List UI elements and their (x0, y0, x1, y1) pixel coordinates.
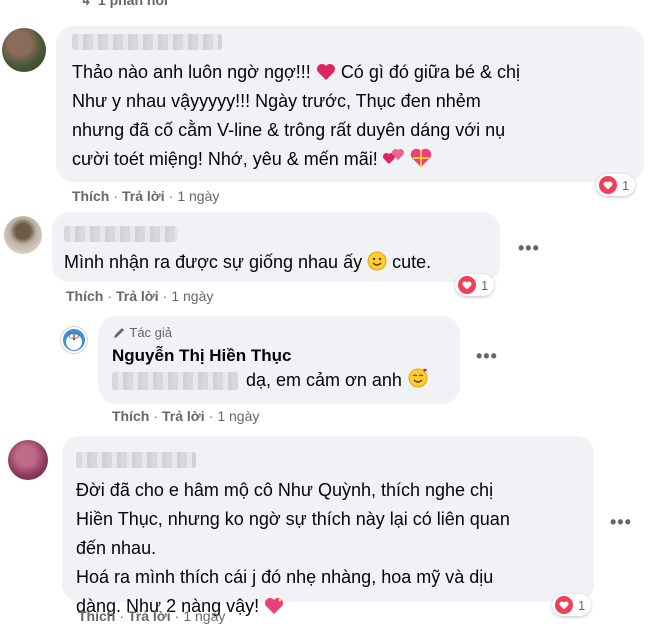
timestamp[interactable]: 1 ngày (177, 188, 219, 204)
reply-link[interactable]: Trả lời (122, 188, 165, 204)
author-name[interactable]: Nguyễn Thị Hiền Thục (112, 346, 291, 366)
gift-heart-icon (410, 148, 432, 167)
love-reaction-icon (458, 276, 476, 294)
like-link[interactable]: Thích (112, 408, 149, 424)
reaction-count[interactable]: 1 (596, 174, 636, 196)
like-link[interactable]: Thích (66, 288, 103, 304)
love-reaction-icon (555, 596, 573, 614)
reply-bubble: Tác giả Nguyễn Thị Hiền Thục dạ, em cảm … (98, 316, 460, 404)
comment-bubble: Thảo nào anh luôn ngờ ngợ!!! Có gì đó gi… (56, 26, 644, 182)
more-options-button[interactable]: ••• (476, 346, 498, 367)
reply-arrow-icon: ↳ (80, 0, 92, 8)
smile-icon (367, 251, 387, 271)
more-options-button[interactable]: ••• (610, 512, 632, 533)
doraemon-icon (63, 329, 85, 351)
timestamp[interactable]: 1 ngày (171, 288, 213, 304)
comment-text: Đời đã cho e hâm mộ cô Như Quỳnh, thích … (76, 480, 510, 616)
red-heart-icon (316, 64, 335, 80)
author-name-blurred[interactable] (64, 226, 178, 242)
reply-link[interactable]: Trả lời (162, 408, 205, 424)
author-avatar[interactable] (60, 326, 88, 354)
more-options-button[interactable]: ••• (518, 238, 540, 259)
comment-actions: Thích · Trả lời · 1 ngày (72, 188, 220, 204)
author-name-blurred[interactable] (72, 34, 222, 50)
author-name-blurred[interactable] (76, 452, 196, 468)
comment-bubble: Đời đã cho e hâm mộ cô Như Quỳnh, thích … (62, 436, 594, 616)
reaction-count[interactable]: 1 (455, 274, 495, 296)
reply-link[interactable]: Trả lời (116, 288, 159, 304)
replies-link[interactable]: ↳ 1 phản hồi (80, 0, 168, 9)
reply-text: dạ, em cảm ơn anh (246, 366, 429, 395)
like-link[interactable]: Thích (78, 608, 115, 624)
comment-text: Thảo nào anh luôn ngờ ngợ!!! Có gì đó gi… (72, 62, 520, 169)
avatar[interactable] (4, 216, 42, 254)
comment-bubble: Mình nhận ra được sự giống nhau ấy cute. (52, 212, 500, 282)
love-reaction-icon (599, 176, 617, 194)
mention-blurred[interactable] (112, 372, 238, 390)
avatar[interactable] (2, 28, 46, 72)
smiling-hearts-icon (408, 368, 428, 388)
timestamp[interactable]: 1 ngày (183, 608, 225, 624)
reply-actions: Thích · Trả lời · 1 ngày (112, 408, 260, 424)
replies-label: 1 phản hồi (97, 0, 168, 8)
avatar[interactable] (8, 440, 48, 480)
author-tag: Tác giả (112, 325, 172, 340)
reaction-count[interactable]: 1 (552, 594, 592, 616)
like-link[interactable]: Thích (72, 188, 109, 204)
comment-text: Mình nhận ra được sự giống nhau ấy cute. (64, 251, 432, 272)
comment-actions: Thích · Trả lời · 1 ngày (78, 608, 226, 624)
two-hearts-icon (382, 148, 404, 164)
reply-link[interactable]: Trả lời (128, 608, 171, 624)
comment-actions: Thích · Trả lời · 1 ngày (66, 288, 214, 304)
pen-icon (114, 328, 124, 338)
sparkling-heart-icon (265, 598, 284, 614)
timestamp[interactable]: 1 ngày (217, 408, 259, 424)
